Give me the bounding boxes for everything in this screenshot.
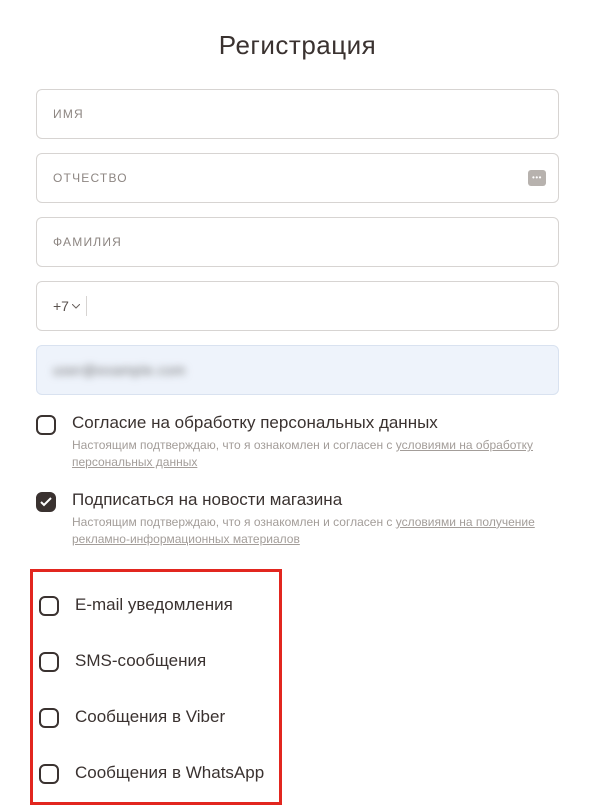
last-name-input[interactable] bbox=[53, 235, 542, 249]
consent-personal-data-checkbox[interactable] bbox=[36, 415, 56, 435]
page-title: Регистрация bbox=[36, 30, 559, 61]
consent-personal-data: Согласие на обработку персональных данны… bbox=[36, 413, 559, 472]
email-value: user@example.com bbox=[53, 362, 186, 378]
channel-sms-label: SMS-сообщения bbox=[75, 651, 206, 671]
consent-newsletter-title: Подписаться на новости магазина bbox=[72, 490, 559, 510]
phone-separator bbox=[86, 296, 87, 316]
phone-country-prefix[interactable]: +7 bbox=[53, 298, 80, 314]
consent-newsletter-sub: Настоящим подтверждаю, что я ознакомлен … bbox=[72, 514, 559, 549]
password-manager-icon[interactable] bbox=[528, 170, 546, 186]
channel-email: E-mail уведомления bbox=[39, 584, 273, 626]
phone-prefix-text: +7 bbox=[53, 298, 69, 314]
consent-personal-data-title: Согласие на обработку персональных данны… bbox=[72, 413, 559, 433]
channel-email-checkbox[interactable] bbox=[39, 596, 59, 616]
phone-input[interactable] bbox=[95, 298, 542, 314]
first-name-input[interactable] bbox=[53, 107, 542, 121]
channel-viber-label: Сообщения в Viber bbox=[75, 707, 225, 727]
last-name-field[interactable] bbox=[36, 217, 559, 267]
channel-sms-checkbox[interactable] bbox=[39, 652, 59, 672]
channel-whatsapp-label: Сообщения в WhatsApp bbox=[75, 763, 264, 783]
channel-whatsapp-checkbox[interactable] bbox=[39, 764, 59, 784]
channel-email-label: E-mail уведомления bbox=[75, 595, 233, 615]
consent-sub-prefix: Настоящим подтверждаю, что я ознакомлен … bbox=[72, 515, 396, 529]
chevron-down-icon bbox=[72, 304, 80, 309]
channel-sms: SMS-сообщения bbox=[39, 640, 273, 682]
channel-whatsapp: Сообщения в WhatsApp bbox=[39, 752, 273, 794]
email-field[interactable]: user@example.com bbox=[36, 345, 559, 395]
consent-personal-data-sub: Настоящим подтверждаю, что я ознакомлен … bbox=[72, 437, 559, 472]
consent-sub-prefix: Настоящим подтверждаю, что я ознакомлен … bbox=[72, 438, 396, 452]
consent-newsletter-checkbox[interactable] bbox=[36, 492, 56, 512]
channel-viber-checkbox[interactable] bbox=[39, 708, 59, 728]
channel-viber: Сообщения в Viber bbox=[39, 696, 273, 738]
patronymic-field[interactable] bbox=[36, 153, 559, 203]
first-name-field[interactable] bbox=[36, 89, 559, 139]
notification-channels-box: E-mail уведомления SMS-сообщения Сообщен… bbox=[30, 569, 282, 805]
consent-newsletter: Подписаться на новости магазина Настоящи… bbox=[36, 490, 559, 549]
patronymic-input[interactable] bbox=[53, 171, 542, 185]
phone-field[interactable]: +7 bbox=[36, 281, 559, 331]
